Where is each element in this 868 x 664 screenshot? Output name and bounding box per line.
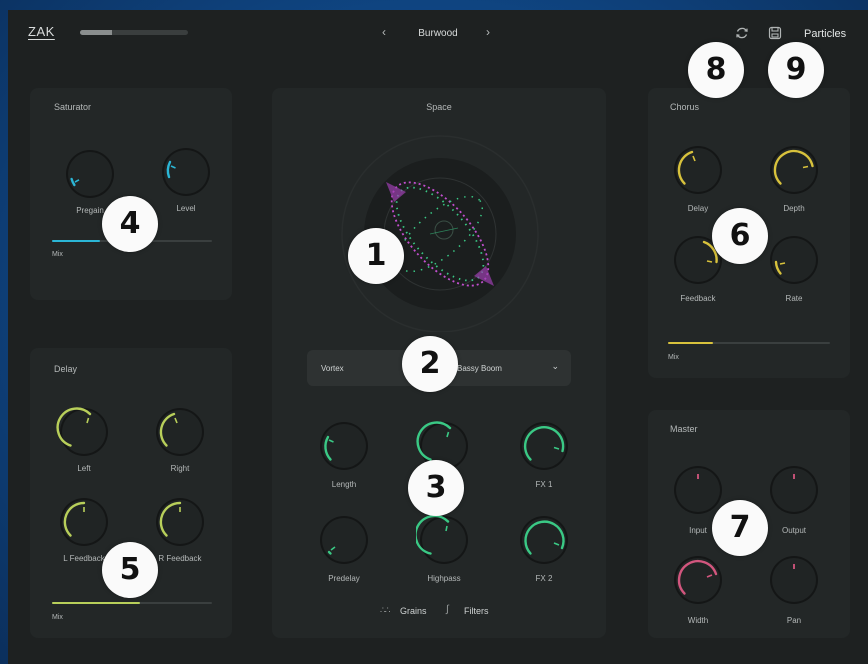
right-knob[interactable] xyxy=(152,404,208,460)
width-label: Width xyxy=(687,616,709,625)
chorus-rate-knob[interactable] xyxy=(766,232,822,288)
callout-badge-8: 8 xyxy=(688,42,744,98)
delay-mix-slider[interactable] xyxy=(52,602,212,604)
length-label: Length xyxy=(331,480,357,489)
callout-badge-6: 6 xyxy=(712,208,768,264)
chorus-feedback-label: Feedback xyxy=(680,294,716,303)
fx2-label: FX 2 xyxy=(535,574,553,583)
callout-badge-5: 5 xyxy=(102,542,158,598)
callout-badge-9: 9 xyxy=(768,42,824,98)
chorus-mix-label: Mix xyxy=(668,354,679,361)
chorus-delay-knob[interactable] xyxy=(670,142,726,198)
loading-progress-bar xyxy=(80,30,188,35)
next-preset-button[interactable]: › xyxy=(486,25,490,39)
pregain-knob[interactable] xyxy=(62,146,118,202)
saturator-mix-fill xyxy=(52,240,100,242)
level-label: Level xyxy=(176,204,196,213)
output-knob[interactable] xyxy=(766,462,822,518)
callout-badge-4: 4 xyxy=(102,196,158,252)
chorus-mix-fill xyxy=(668,342,714,344)
saturator-mix-label: Mix xyxy=(52,251,63,258)
filter-curve-icon: ∫ xyxy=(446,604,449,615)
fx1-knob[interactable] xyxy=(516,418,572,474)
preset-name[interactable]: Burwood xyxy=(388,28,488,39)
pan-label: Pan xyxy=(786,616,802,625)
left-knob[interactable] xyxy=(56,404,112,460)
l-feedback-knob[interactable] xyxy=(56,494,112,550)
space-title: Space xyxy=(426,102,452,112)
predelay-label: Predelay xyxy=(328,574,360,583)
highpass-label: Highpass xyxy=(427,574,461,583)
predelay-knob[interactable] xyxy=(316,512,372,568)
level-knob[interactable] xyxy=(158,144,214,200)
delay-title: Delay xyxy=(54,364,78,374)
filters-tab[interactable]: Filters xyxy=(464,606,489,616)
prev-preset-button[interactable]: ‹ xyxy=(382,25,386,39)
r-feedback-knob[interactable] xyxy=(152,494,208,550)
fx2-knob[interactable] xyxy=(516,512,572,568)
grains-icon: ∴∴ xyxy=(380,605,391,615)
top-bar: ZAK ‹ Burwood › Particles xyxy=(8,10,868,50)
brand-name: Particles xyxy=(804,28,847,40)
highpass-knob[interactable] xyxy=(416,512,472,568)
save-icon[interactable] xyxy=(768,26,782,40)
progress-fill xyxy=(80,30,113,35)
delay-left-label: Left xyxy=(77,464,91,473)
chorus-rate-label: Rate xyxy=(785,294,803,303)
mode-left-label: Vortex xyxy=(321,364,344,373)
chorus-mix-slider[interactable] xyxy=(668,342,830,344)
pan-knob[interactable] xyxy=(766,552,822,608)
master-title: Master xyxy=(670,424,698,434)
callout-badge-2: 2 xyxy=(402,336,458,392)
fx1-label: FX 1 xyxy=(535,480,553,489)
chorus-depth-knob[interactable] xyxy=(766,142,822,198)
chevron-down-icon: ⌄ xyxy=(551,361,559,371)
chorus-title: Chorus xyxy=(670,102,700,112)
callout-badge-1: 1 xyxy=(348,228,404,284)
callout-badge-3: 3 xyxy=(408,460,464,516)
length-knob[interactable] xyxy=(316,418,372,474)
space-bottom-tabs: ∴∴ Grains ∫ Filters xyxy=(380,604,510,620)
delay-right-label: Right xyxy=(170,464,190,473)
width-knob[interactable] xyxy=(670,552,726,608)
delay-mix-label: Mix xyxy=(52,614,63,621)
saturator-title: Saturator xyxy=(54,102,92,112)
refresh-icon[interactable] xyxy=(735,26,749,40)
delay-mix-fill xyxy=(52,602,140,604)
chorus-depth-label: Depth xyxy=(783,204,805,213)
mode-right-label: Bassy Boom xyxy=(457,364,502,373)
saturator-panel: Saturator Pregain Level Mix xyxy=(30,88,232,300)
logo: ZAK xyxy=(28,24,55,39)
grains-tab[interactable]: Grains xyxy=(400,606,427,616)
callout-badge-7: 7 xyxy=(712,500,768,556)
